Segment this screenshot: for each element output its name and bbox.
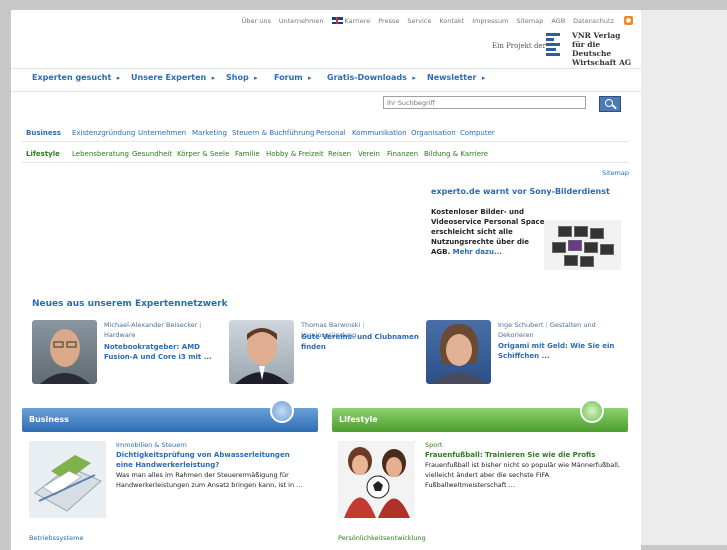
expert-meta: Inge Schubert | Gestalten und Dekorieren [498,321,596,339]
life-cat-hobby[interactable]: Hobby & Freizeit [266,150,324,158]
life-cat-verein[interactable]: Verein [358,150,380,158]
biz-cat-unternehmen[interactable]: Unternehmen [138,129,186,137]
football-women-image[interactable] [338,441,415,518]
expert-photo[interactable] [229,320,294,384]
warning-more-link[interactable]: Mehr dazu... [453,248,502,256]
business-bar-head[interactable]: Business [26,129,61,137]
business-article-title[interactable]: Dichtigkeitsprüfung von Abwasserleitunge… [116,450,306,470]
biz-cat-personal[interactable]: Personal [316,129,346,137]
house-drainage-image[interactable] [29,441,106,518]
business-article-text: Was man alles im Rahmen der Steuerermäßi… [116,471,303,489]
page-container: Über uns Unternehmen Karriere Presse Ser… [11,10,641,550]
life-cat-reisen[interactable]: Reisen [328,150,351,158]
top-navigation: Über uns Unternehmen Karriere Presse Ser… [234,16,633,25]
topnav-unternehmen[interactable]: Unternehmen [279,17,324,25]
business-next-category[interactable]: Betriebssysteme [29,534,84,542]
biz-cat-computer[interactable]: Computer [460,129,495,137]
topnav-sitemap[interactable]: Sitemap [516,17,543,25]
search-input[interactable]: Ihr Suchbegriff [383,96,586,109]
publisher-line2: für die Deutsche [572,40,612,58]
lifestyle-article-category[interactable]: Sport [425,441,442,450]
business-box-header[interactable]: Business [22,399,318,432]
life-cat-gesundheit[interactable]: Gesundheit [132,150,172,158]
business-box-icon [270,399,294,423]
woman-portrait-icon [432,324,486,384]
topnav-service[interactable]: Service [407,17,431,25]
lifestyle-category-bar: Lifestyle Lebensberatung Gesundheit Körp… [22,150,629,163]
right-background [641,10,727,545]
biz-cat-existenzgruendung[interactable]: Existenzgründung [72,129,135,137]
topnav-impressum[interactable]: Impressum [472,17,508,25]
expert-name[interactable]: Michael-Alexander Beisecker [104,321,197,329]
publisher-line1: VNR Verlag [572,31,621,40]
sony-devices-image[interactable] [544,220,621,270]
publisher-line3: Wirtschaft AG [572,58,632,67]
publisher-prefix: Ein Projekt der [492,42,546,50]
expert-article-title[interactable]: Origami mit Geld: Wie Sie ein Schiffchen… [498,341,618,361]
expert-topic[interactable]: Hardware [104,331,135,339]
nav-newsletter[interactable]: Newsletter [427,73,485,82]
biz-cat-organisation[interactable]: Organisation [411,129,456,137]
lifestyle-box-icon [580,399,604,423]
life-cat-koerper-seele[interactable]: Körper & Seele [177,150,229,158]
topnav-presse[interactable]: Presse [378,17,399,25]
man-portrait-icon [40,329,90,384]
expert-name[interactable]: Thomas Barwinski [301,321,360,329]
man-portrait-icon [235,328,289,384]
lifestyle-box-label: Lifestyle [339,415,378,424]
network-title: Neues aus unserem Expertennetzwerk [32,299,228,309]
lifestyle-next-category[interactable]: Persönlichkeitsentwicklung [338,534,426,542]
business-article-category[interactable]: Immobilien & Steuern [116,441,187,450]
topnav-karriere[interactable]: Karriere [331,16,371,25]
sitemap-link[interactable]: Sitemap [602,169,629,177]
expert-photo[interactable] [32,320,97,384]
search-icon[interactable] [599,96,621,112]
business-box-label: Business [29,415,69,424]
expert-meta: Michael-Alexander Beisecker | Hardware [104,321,202,339]
warning-text: Kostenloser Bilder- und Videoservice Per… [431,207,546,257]
rss-icon[interactable]: ● [624,16,633,25]
expert-article-title[interactable]: Notebookratgeber: AMD Fusion-A und Core … [104,342,224,362]
uk-flag-icon [331,17,343,24]
life-cat-finanzen[interactable]: Finanzen [387,150,418,158]
biz-cat-steuern[interactable]: Steuern & Buchführung [232,129,314,137]
lifestyle-article-title[interactable]: Frauenfußball: Trainieren Sie wie die Pr… [425,450,630,460]
topnav-kontakt[interactable]: Kontakt [439,17,464,25]
expert-photo[interactable] [426,320,491,384]
life-cat-lebensberatung[interactable]: Lebensberatung [72,150,129,158]
nav-unsere-experten[interactable]: Unsere Experten [131,73,215,82]
nav-shop[interactable]: Shop [226,73,258,82]
business-category-bar: Business Existenzgründung Unternehmen Ma… [22,129,629,142]
topnav-agb[interactable]: AGB [551,17,565,25]
warning-title[interactable]: experto.de warnt vor Sony-Bilderdienst [431,187,610,196]
expert-article-title[interactable]: Gute Vereins- und Clubnamen finden [301,332,421,352]
house-model-icon [34,455,102,512]
life-cat-bildung[interactable]: Bildung & Karriere [424,150,488,158]
biz-cat-marketing[interactable]: Marketing [192,129,227,137]
lifestyle-box-header[interactable]: Lifestyle [332,399,628,432]
nav-forum[interactable]: Forum [274,73,312,82]
main-navigation: Experten gesucht Unsere Experten Shop Fo… [11,68,641,92]
biz-cat-kommunikation[interactable]: Kommunikation [352,129,407,137]
topnav-karriere-label: Karriere [344,16,371,25]
topnav-datenschutz[interactable]: Datenschutz [573,17,614,25]
lifestyle-article-text: Frauenfußball ist bisher nicht so populä… [425,461,620,489]
lifestyle-bar-head[interactable]: Lifestyle [26,150,60,158]
expert-name[interactable]: Inge Schubert [498,321,544,329]
nav-gratis-downloads[interactable]: Gratis-Downloads [327,73,416,82]
life-cat-familie[interactable]: Familie [235,150,260,158]
vnr-logo-icon[interactable] [546,33,560,59]
publisher-name[interactable]: VNR Verlag für die Deutsche Wirtschaft A… [572,31,641,67]
nav-experten-gesucht[interactable]: Experten gesucht [32,73,120,82]
football-players-icon [344,447,410,518]
topnav-ueber-uns[interactable]: Über uns [242,17,271,25]
